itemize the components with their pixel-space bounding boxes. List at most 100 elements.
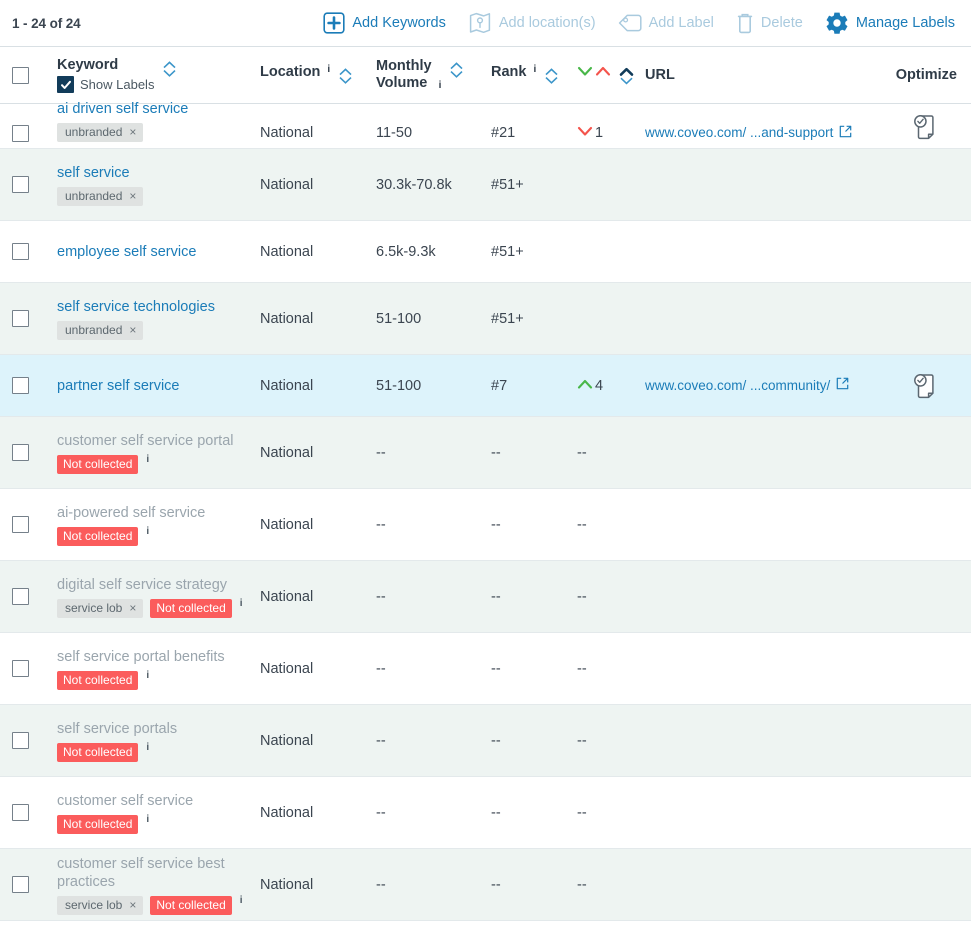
rank-up-arrow-icon bbox=[577, 377, 593, 395]
remove-label-icon[interactable]: × bbox=[129, 126, 136, 139]
row-select-checkbox[interactable] bbox=[12, 732, 29, 749]
row-info-icon[interactable]: i bbox=[146, 454, 149, 465]
url-link[interactable]: www.coveo.com/ ...community/ bbox=[645, 377, 849, 393]
label-chip[interactable]: unbranded × bbox=[57, 320, 144, 340]
not-collected-badge: Not collected bbox=[57, 670, 139, 690]
monthly-volume-column-label: Monthly Volume bbox=[376, 58, 432, 92]
url-link[interactable]: www.coveo.com/ ...and-support bbox=[645, 125, 852, 141]
row-select-checkbox[interactable] bbox=[12, 804, 29, 821]
toolbar-action-label: Add location(s) bbox=[498, 15, 596, 31]
sort-location-button[interactable] bbox=[336, 64, 355, 87]
row-info-icon[interactable]: i bbox=[146, 526, 149, 537]
url-cell: www.coveo.com/ ...community/ bbox=[645, 377, 867, 395]
table-row[interactable]: customer self service portal Not collecte… bbox=[0, 417, 971, 489]
table-row[interactable]: self service unbranded × National 30.3k-70.8… bbox=[0, 149, 971, 221]
chip-text: service lob bbox=[65, 600, 123, 615]
label-chip[interactable]: service lob × bbox=[57, 598, 144, 618]
sort-monthly-volume-button[interactable] bbox=[447, 58, 466, 81]
table-row[interactable]: self service portal benefits Not collecte… bbox=[0, 633, 971, 705]
toolbar-actions: Add Keywords Add location(s) Add Label Dele… bbox=[323, 11, 957, 35]
keyword-labels: unbranded × bbox=[57, 320, 254, 340]
row-info-icon[interactable]: i bbox=[240, 895, 243, 906]
row-select-checkbox[interactable] bbox=[12, 310, 29, 327]
table-row[interactable]: ai-powered self service Not collected i Nat… bbox=[0, 489, 971, 561]
row-select-checkbox[interactable] bbox=[12, 243, 29, 260]
monthly-volume-line1: Monthly bbox=[376, 58, 432, 74]
row-select-checkbox[interactable] bbox=[12, 588, 29, 605]
sort-rank-button[interactable] bbox=[542, 64, 561, 87]
table-row[interactable]: customer self service Not collected i Natio… bbox=[0, 777, 971, 849]
row-info-icon[interactable]: i bbox=[146, 742, 149, 753]
not-collected-badge: Not collected bbox=[57, 454, 139, 474]
rank-info-icon[interactable]: i bbox=[533, 64, 536, 75]
label-chip[interactable]: unbranded × bbox=[57, 186, 144, 206]
rank-down-icon bbox=[577, 66, 593, 76]
location-info-icon[interactable]: i bbox=[327, 64, 330, 75]
keyword-labels: Not collected i bbox=[57, 454, 254, 474]
toolbar-action-label: Manage Labels bbox=[855, 15, 955, 31]
keyword-cell: customer self service portal Not collecte… bbox=[57, 432, 260, 474]
remove-label-icon[interactable]: × bbox=[129, 189, 136, 203]
optimize-cell bbox=[867, 112, 957, 142]
keyword-link: self service portals bbox=[57, 720, 178, 737]
table-row[interactable]: self service portals Not collected i Nation… bbox=[0, 705, 971, 777]
url-text: www.coveo.com/ ...community/ bbox=[645, 377, 831, 393]
keyword-link[interactable]: ai driven self service bbox=[57, 100, 254, 118]
external-link-icon[interactable] bbox=[839, 125, 852, 141]
external-link-icon[interactable] bbox=[836, 377, 849, 393]
chip-text: Not collected bbox=[63, 672, 133, 687]
optimize-doc-icon[interactable] bbox=[911, 112, 939, 142]
show-labels-toggle[interactable]: Show Labels bbox=[57, 76, 154, 93]
keyword-link[interactable]: self service bbox=[57, 164, 254, 182]
table-row[interactable]: employee self service National 6.5k-9.3k #5… bbox=[0, 221, 971, 283]
rank-change-placeholder: -- bbox=[577, 876, 587, 893]
remove-label-icon[interactable]: × bbox=[129, 601, 136, 615]
remove-label-icon[interactable]: × bbox=[129, 898, 136, 912]
rank-change-number: 4 bbox=[595, 377, 604, 394]
monthly-volume-info-icon[interactable]: i bbox=[439, 80, 442, 91]
toolbar-manage-labels-button[interactable]: Manage Labels bbox=[825, 11, 955, 35]
chip-text: unbranded bbox=[65, 322, 123, 337]
keyword-wrapper: ai driven self service unbranded × bbox=[57, 100, 260, 142]
remove-label-icon[interactable]: × bbox=[129, 323, 136, 337]
keyword-link[interactable]: partner self service bbox=[57, 377, 254, 395]
rank-change-cell: -- bbox=[577, 660, 645, 678]
row-select-cell bbox=[12, 516, 57, 533]
rank-cell-text: #51+ bbox=[491, 310, 524, 327]
row-info-icon[interactable]: i bbox=[240, 598, 243, 609]
table-row[interactable]: ai driven self service unbranded × National… bbox=[0, 100, 971, 149]
sort-keyword-button[interactable] bbox=[160, 57, 179, 80]
row-info-icon[interactable]: i bbox=[146, 670, 149, 681]
keyword-link: self service portal benefits bbox=[57, 648, 225, 665]
toolbar-add-keywords-button[interactable]: Add Keywords bbox=[323, 12, 446, 34]
label-chip[interactable]: service lob × bbox=[57, 895, 144, 915]
rank-up-icon bbox=[595, 66, 611, 76]
table-row[interactable]: customer self service best practices serv… bbox=[0, 849, 971, 921]
row-select-checkbox[interactable] bbox=[12, 377, 29, 394]
keyword-labels: service lob × Not collected i bbox=[57, 895, 254, 915]
sort-rank-change-button[interactable] bbox=[617, 64, 636, 87]
row-select-checkbox[interactable] bbox=[12, 444, 29, 461]
rank-cell: -- bbox=[491, 516, 577, 534]
keyword-cell: customer self service best practices serv… bbox=[57, 855, 260, 915]
row-info-icon[interactable]: i bbox=[146, 814, 149, 825]
table-row[interactable]: partner self service National 51-100 #7 4 www… bbox=[0, 355, 971, 417]
table-row[interactable]: self service technologies unbranded × Natio… bbox=[0, 283, 971, 355]
location-cell-text: National bbox=[260, 516, 314, 533]
not-collected-badge: Not collected bbox=[150, 598, 232, 618]
row-select-checkbox[interactable] bbox=[12, 516, 29, 533]
table-row[interactable]: digital self service strategy service lob… bbox=[0, 561, 971, 633]
keyword-link[interactable]: self service technologies bbox=[57, 298, 254, 316]
rank-cell: -- bbox=[491, 660, 577, 678]
row-select-checkbox[interactable] bbox=[12, 176, 29, 193]
row-select-checkbox[interactable] bbox=[12, 876, 29, 893]
row-select-checkbox[interactable] bbox=[12, 125, 29, 142]
optimize-doc-icon[interactable] bbox=[911, 371, 939, 401]
select-all-checkbox[interactable] bbox=[12, 66, 29, 84]
keyword-link[interactable]: employee self service bbox=[57, 243, 254, 261]
label-chip[interactable]: unbranded × bbox=[57, 123, 144, 142]
show-labels-checkbox[interactable] bbox=[57, 76, 74, 93]
row-select-checkbox[interactable] bbox=[12, 660, 29, 677]
keyword-link: customer self service bbox=[57, 792, 194, 809]
keyword-wrapper: self service portals Not collected i bbox=[57, 720, 260, 762]
